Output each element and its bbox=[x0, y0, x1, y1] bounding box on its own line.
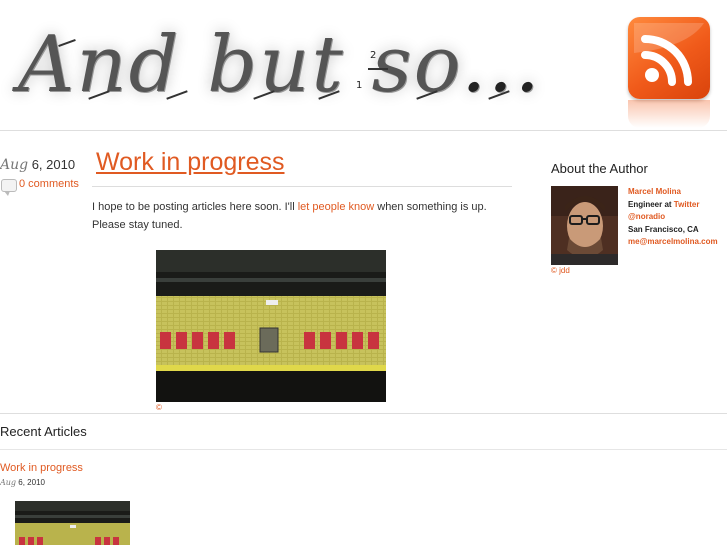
site-header: And but so... 2 1 bbox=[0, 0, 727, 131]
stroke-arrow-decoration bbox=[368, 68, 388, 70]
recent-article-link[interactable]: Work in progress bbox=[0, 462, 83, 474]
post-body-text: I hope to be posting articles here soon.… bbox=[92, 201, 298, 213]
section-divider bbox=[0, 413, 727, 414]
rss-reflection bbox=[628, 100, 710, 128]
recent-date-day-year: 6, 2010 bbox=[16, 478, 45, 487]
post-date-day-year: 6, 2010 bbox=[28, 157, 76, 172]
author-avatar bbox=[551, 186, 618, 265]
stroke-order-number: 2 bbox=[370, 50, 377, 61]
recent-article-thumbnail[interactable] bbox=[15, 501, 130, 545]
subway-platform-image bbox=[156, 250, 386, 402]
post-divider bbox=[92, 186, 512, 187]
author-info: Marcel Molina Engineer at Twitter @norad… bbox=[628, 186, 718, 249]
about-author-heading: About the Author bbox=[551, 161, 648, 176]
author-portrait-image bbox=[551, 186, 618, 265]
author-location: San Francisco, CA bbox=[628, 224, 699, 234]
rss-feed-icon[interactable] bbox=[628, 17, 710, 99]
rss-glyph-icon bbox=[634, 23, 704, 86]
stroke-order-number: 1 bbox=[356, 80, 363, 91]
let-people-know-link[interactable]: let people know bbox=[298, 201, 374, 213]
logo-ellipsis: ... bbox=[461, 20, 542, 110]
recent-articles-heading: Recent Articles bbox=[0, 424, 87, 439]
site-logo[interactable]: And but so... 2 1 bbox=[18, 20, 588, 120]
post-body: I hope to be posting articles here soon.… bbox=[92, 198, 512, 234]
recent-thumbnail-image bbox=[15, 501, 130, 545]
author-email-link[interactable]: me@marcelmolina.com bbox=[628, 237, 718, 246]
twitter-link[interactable]: Twitter bbox=[674, 200, 700, 209]
post-date: Aug 6, 2010 bbox=[0, 157, 75, 173]
post-title[interactable]: Work in progress bbox=[96, 148, 285, 177]
post-date-month: Aug bbox=[0, 157, 29, 173]
section-divider bbox=[0, 449, 727, 450]
recent-date-month: Aug bbox=[0, 478, 17, 487]
post-photo[interactable] bbox=[156, 250, 386, 402]
comment-bubble-icon[interactable] bbox=[1, 179, 17, 196]
author-photo-credit[interactable]: © jdd bbox=[551, 266, 570, 275]
author-role: Engineer at bbox=[628, 199, 674, 209]
author-name-link[interactable]: Marcel Molina bbox=[628, 187, 681, 196]
photo-credit[interactable]: © bbox=[156, 403, 162, 412]
twitter-handle-link[interactable]: @noradio bbox=[628, 212, 665, 221]
recent-article-date: Aug 6, 2010 bbox=[0, 478, 45, 487]
comments-link[interactable]: 0 comments bbox=[19, 178, 79, 190]
logo-title: And but so bbox=[18, 20, 462, 110]
